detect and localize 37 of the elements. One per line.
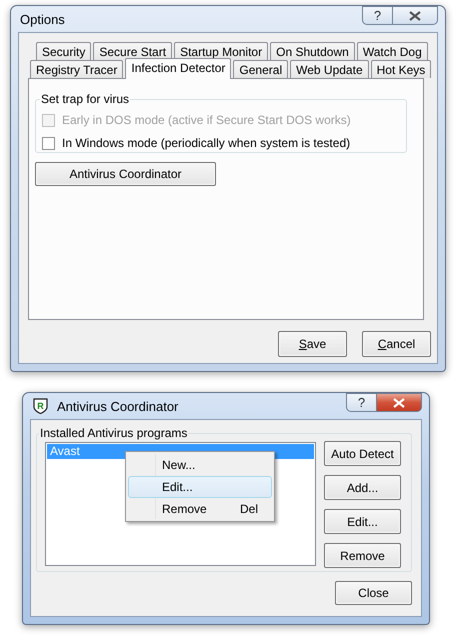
dialog-button[interactable]: Save (278, 331, 347, 357)
checkbox[interactable] (42, 136, 55, 150)
tab[interactable]: Hot Keys (370, 60, 432, 78)
tab[interactable]: On Shutdown (270, 42, 355, 60)
tab[interactable]: Watch Dog (356, 42, 428, 60)
antivirus-coordinator-button[interactable]: Antivirus Coordinator (35, 162, 216, 186)
tab[interactable]: General (233, 60, 288, 78)
group-title: Installed Antivirus programs (39, 426, 188, 440)
tab[interactable]: Infection Detector (125, 58, 232, 79)
close-icon (409, 10, 421, 20)
side-button[interactable]: Add... (324, 475, 401, 500)
window-title: Antivirus Coordinator (56, 398, 178, 414)
help-button[interactable]: ? (346, 393, 376, 412)
help-button[interactable]: ? (362, 6, 392, 25)
close-dialog-button[interactable]: Close (335, 581, 412, 605)
tab[interactable]: Registry Tracer (30, 60, 124, 78)
menu-item[interactable]: New... (128, 454, 272, 476)
app-icon: R (33, 398, 48, 414)
checkbox-label: In Windows mode (periodically when system is tested) (62, 136, 350, 150)
dialog-button[interactable]: Cancel (362, 331, 431, 357)
menu-item-row[interactable]: Remove Del (128, 498, 272, 520)
tab[interactable]: Security (36, 42, 92, 60)
menu-item-label: Remove (162, 502, 207, 516)
group-title: Set trap for virus (40, 92, 130, 106)
tab[interactable]: Secure Start (93, 42, 172, 60)
menu-shortcut: Del (240, 502, 258, 516)
side-button[interactable]: Edit... (324, 509, 401, 534)
menu-item[interactable]: Edit... (128, 476, 272, 498)
checkbox-label: Early in DOS mode (active if Secure Start DOS works) (62, 113, 351, 127)
tab[interactable]: Startup Monitor (174, 42, 268, 60)
close-button[interactable] (376, 393, 422, 412)
close-button[interactable] (392, 6, 438, 25)
side-button[interactable]: Remove (324, 543, 401, 568)
window-title: Options (19, 12, 65, 26)
close-icon (393, 398, 405, 408)
tab[interactable]: Web Update (290, 60, 369, 78)
side-button[interactable]: Auto Detect (324, 441, 401, 466)
